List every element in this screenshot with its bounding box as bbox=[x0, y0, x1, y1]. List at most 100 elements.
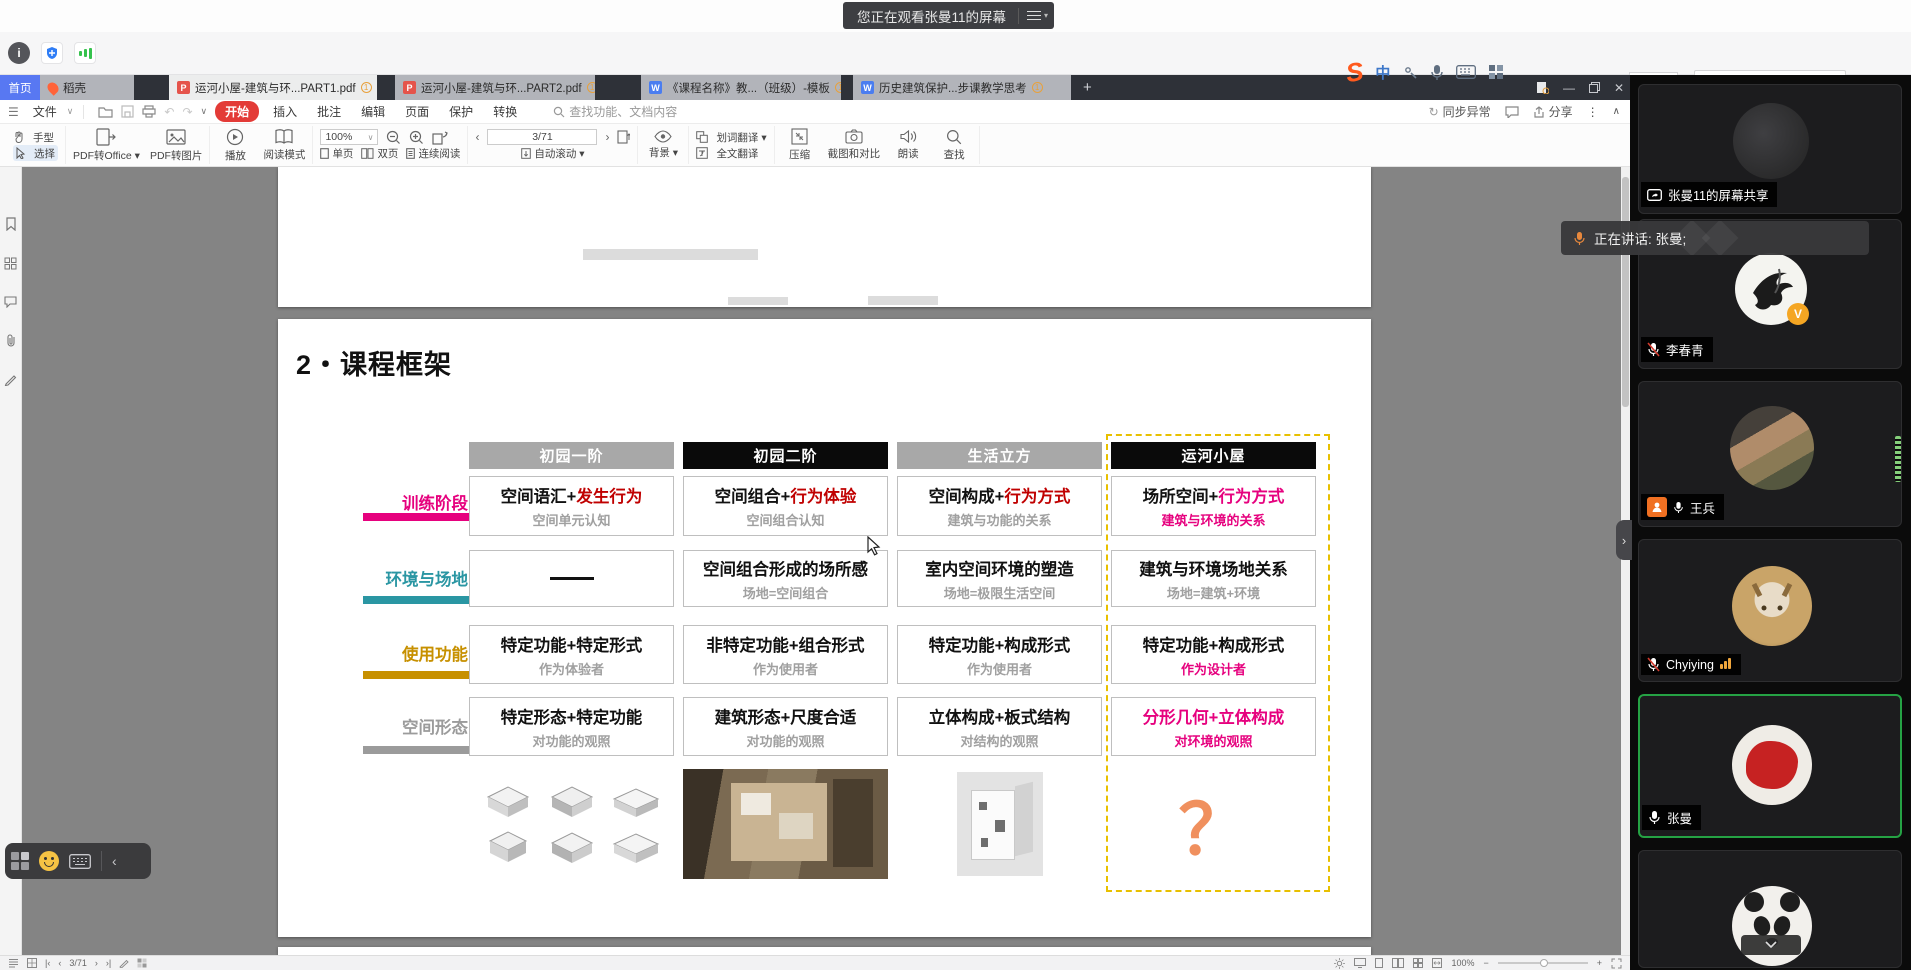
back-to-top-icon[interactable] bbox=[617, 130, 630, 144]
screenshot-compare-button[interactable]: 截图和对比 bbox=[828, 129, 881, 161]
zoom-select[interactable]: 100%∨ bbox=[320, 129, 378, 145]
minimize-button[interactable]: — bbox=[1563, 81, 1575, 95]
attachment-icon[interactable] bbox=[5, 334, 17, 347]
zoom-slider-knob[interactable] bbox=[1540, 959, 1548, 967]
zoom-out-button[interactable]: − bbox=[1483, 958, 1488, 968]
fit-width-icon[interactable] bbox=[1432, 958, 1442, 968]
tile-screen-share[interactable]: 张曼11的屏幕共享 bbox=[1638, 84, 1902, 214]
menu-convert[interactable]: 转换 bbox=[483, 101, 527, 122]
two-page-view-icon[interactable] bbox=[1392, 958, 1404, 968]
double-page-button[interactable]: 双页 bbox=[361, 145, 398, 161]
zoom-slider[interactable] bbox=[1498, 962, 1588, 964]
fullscreen-reading-icon[interactable] bbox=[1611, 958, 1622, 969]
collapse-ribbon-icon[interactable]: ∧ bbox=[1613, 106, 1620, 117]
single-page-button[interactable]: 单页 bbox=[320, 145, 353, 161]
zoom-in-icon[interactable] bbox=[409, 130, 424, 145]
tab-doc-template[interactable]: W 《课程名称》教...（班级）-模板 1 bbox=[641, 75, 841, 100]
save-icon[interactable] bbox=[121, 105, 134, 118]
single-page-view-icon[interactable] bbox=[1375, 958, 1383, 968]
pen-icon[interactable] bbox=[1402, 64, 1418, 80]
first-page-button[interactable]: |‹ bbox=[45, 958, 50, 968]
select-tool-button[interactable]: 选择 bbox=[13, 145, 58, 161]
menu-comment[interactable]: 批注 bbox=[307, 101, 351, 122]
comments-panel-icon[interactable] bbox=[4, 296, 17, 308]
hand-tool-button[interactable]: 手型 bbox=[13, 129, 58, 145]
close-window-button[interactable]: ✕ bbox=[1614, 81, 1624, 95]
status-page-indicator[interactable]: 3/71 bbox=[69, 958, 87, 968]
document-scrollbar[interactable] bbox=[1621, 167, 1630, 955]
zoom-out-icon[interactable] bbox=[386, 130, 401, 145]
redo-icon[interactable]: ↷ bbox=[182, 105, 192, 119]
new-tab-button[interactable]: + bbox=[1071, 75, 1104, 100]
scroll-down-button[interactable] bbox=[1741, 935, 1801, 955]
status-zoom-value[interactable]: 100% bbox=[1451, 958, 1474, 968]
read-aloud-button[interactable]: 朗读 bbox=[890, 129, 926, 161]
sync-status[interactable]: ↻同步异常 bbox=[1429, 103, 1491, 120]
shield-icon[interactable] bbox=[41, 42, 63, 64]
background-button[interactable]: 背景 ▾ bbox=[645, 130, 681, 160]
menu-start[interactable]: 开始 bbox=[215, 101, 259, 122]
find-button[interactable]: 查找 bbox=[936, 129, 972, 162]
menu-page[interactable]: 页面 bbox=[395, 101, 439, 122]
apps-grid-icon[interactable] bbox=[1488, 64, 1504, 80]
emoji-reaction-icon[interactable] bbox=[39, 851, 59, 871]
tab-docer[interactable]: 稻壳 bbox=[40, 75, 134, 100]
tile-participant[interactable]: Chyiying bbox=[1638, 539, 1902, 682]
tab-pdf-part2[interactable]: P 运河小屋-建筑与环...PART2.pdf 1 bbox=[395, 75, 595, 100]
tab-pdf-part1[interactable]: P 运河小屋-建筑与环...PART1.pdf 1 ✕ bbox=[169, 75, 377, 100]
search-box[interactable]: 查找功能、文档内容 bbox=[553, 103, 677, 120]
continuous-read-button[interactable]: 连续阅读 bbox=[406, 145, 460, 161]
tile-participant-speaking[interactable]: 张曼 bbox=[1638, 694, 1902, 838]
kebab-menu-icon[interactable]: ⋮ bbox=[1587, 105, 1599, 119]
microphone-icon[interactable] bbox=[1430, 64, 1444, 81]
pdf-to-image-button[interactable]: PDF转图片 bbox=[150, 128, 203, 163]
comment-bubble-icon[interactable] bbox=[1505, 106, 1519, 118]
sidebar-collapse-handle[interactable]: › bbox=[1616, 520, 1632, 560]
last-page-button[interactable]: ›| bbox=[106, 958, 111, 968]
signature-icon[interactable] bbox=[4, 373, 17, 386]
sogou-logo-icon[interactable]: S bbox=[1344, 55, 1365, 88]
banner-menu-icon[interactable] bbox=[1027, 8, 1041, 23]
doc-badge-icon[interactable] bbox=[1536, 81, 1549, 94]
document-viewport[interactable]: 2・课程框架 训练阶段 环境与场地 使用功能 空间形态 初园一阶 初园二阶 生活… bbox=[22, 167, 1621, 955]
full-translate-button[interactable]: 全文翻译 bbox=[696, 145, 766, 161]
language-toggle[interactable]: 中 bbox=[1375, 62, 1390, 83]
next-page-icon[interactable]: › bbox=[605, 130, 609, 144]
multi-page-view-icon[interactable] bbox=[1413, 958, 1423, 968]
keyboard-icon[interactable] bbox=[69, 854, 91, 869]
word-translate-button[interactable]: 划词翻译 ▾ bbox=[696, 129, 766, 145]
scrollbar-thumb[interactable] bbox=[1622, 177, 1629, 407]
open-icon[interactable] bbox=[98, 105, 113, 118]
tab-home[interactable]: 首页 bbox=[0, 75, 40, 100]
read-mode-button[interactable]: 阅读模式 bbox=[263, 129, 305, 162]
menu-insert[interactable]: 插入 bbox=[263, 101, 307, 122]
restore-button[interactable] bbox=[1589, 82, 1600, 93]
pdf-to-office-button[interactable]: PDF转Office ▾ bbox=[73, 128, 140, 163]
share-button[interactable]: 分享 bbox=[1533, 103, 1573, 120]
more-icon[interactable]: ∨ bbox=[201, 106, 208, 117]
chevron-down-icon[interactable]: ∨ bbox=[67, 106, 74, 117]
undo-icon[interactable]: ↶ bbox=[164, 105, 174, 119]
contents-icon[interactable] bbox=[8, 958, 19, 968]
network-signal-icon[interactable] bbox=[74, 42, 96, 64]
keyboard-icon[interactable] bbox=[1456, 65, 1476, 79]
menu-edit[interactable]: 编辑 bbox=[351, 101, 395, 122]
tab-doc-history[interactable]: W 历史建筑保护...步课教学思考 1 bbox=[853, 75, 1071, 100]
compress-button[interactable]: 压缩 bbox=[782, 128, 818, 162]
prev-page-button[interactable]: ‹ bbox=[58, 958, 61, 968]
print-icon[interactable] bbox=[142, 105, 156, 118]
presentation-icon[interactable] bbox=[1354, 958, 1366, 968]
chevron-down-icon[interactable]: ▾ bbox=[1044, 11, 1048, 20]
info-icon[interactable]: i bbox=[8, 42, 30, 64]
thumbnail-view-icon[interactable] bbox=[27, 958, 37, 968]
menu-protect[interactable]: 保护 bbox=[439, 101, 483, 122]
prev-page-icon[interactable]: ‹ bbox=[475, 130, 479, 144]
thumbnails-icon[interactable] bbox=[4, 257, 17, 270]
play-button[interactable]: 播放 bbox=[217, 128, 253, 163]
next-page-button[interactable]: › bbox=[95, 958, 98, 968]
bookmark-icon[interactable] bbox=[5, 217, 17, 231]
grid-view-icon[interactable] bbox=[137, 958, 147, 968]
rotate-page-icon[interactable] bbox=[432, 130, 448, 145]
page-indicator[interactable]: 3/71 bbox=[487, 129, 597, 145]
menu-file[interactable]: 文件 bbox=[23, 101, 67, 122]
